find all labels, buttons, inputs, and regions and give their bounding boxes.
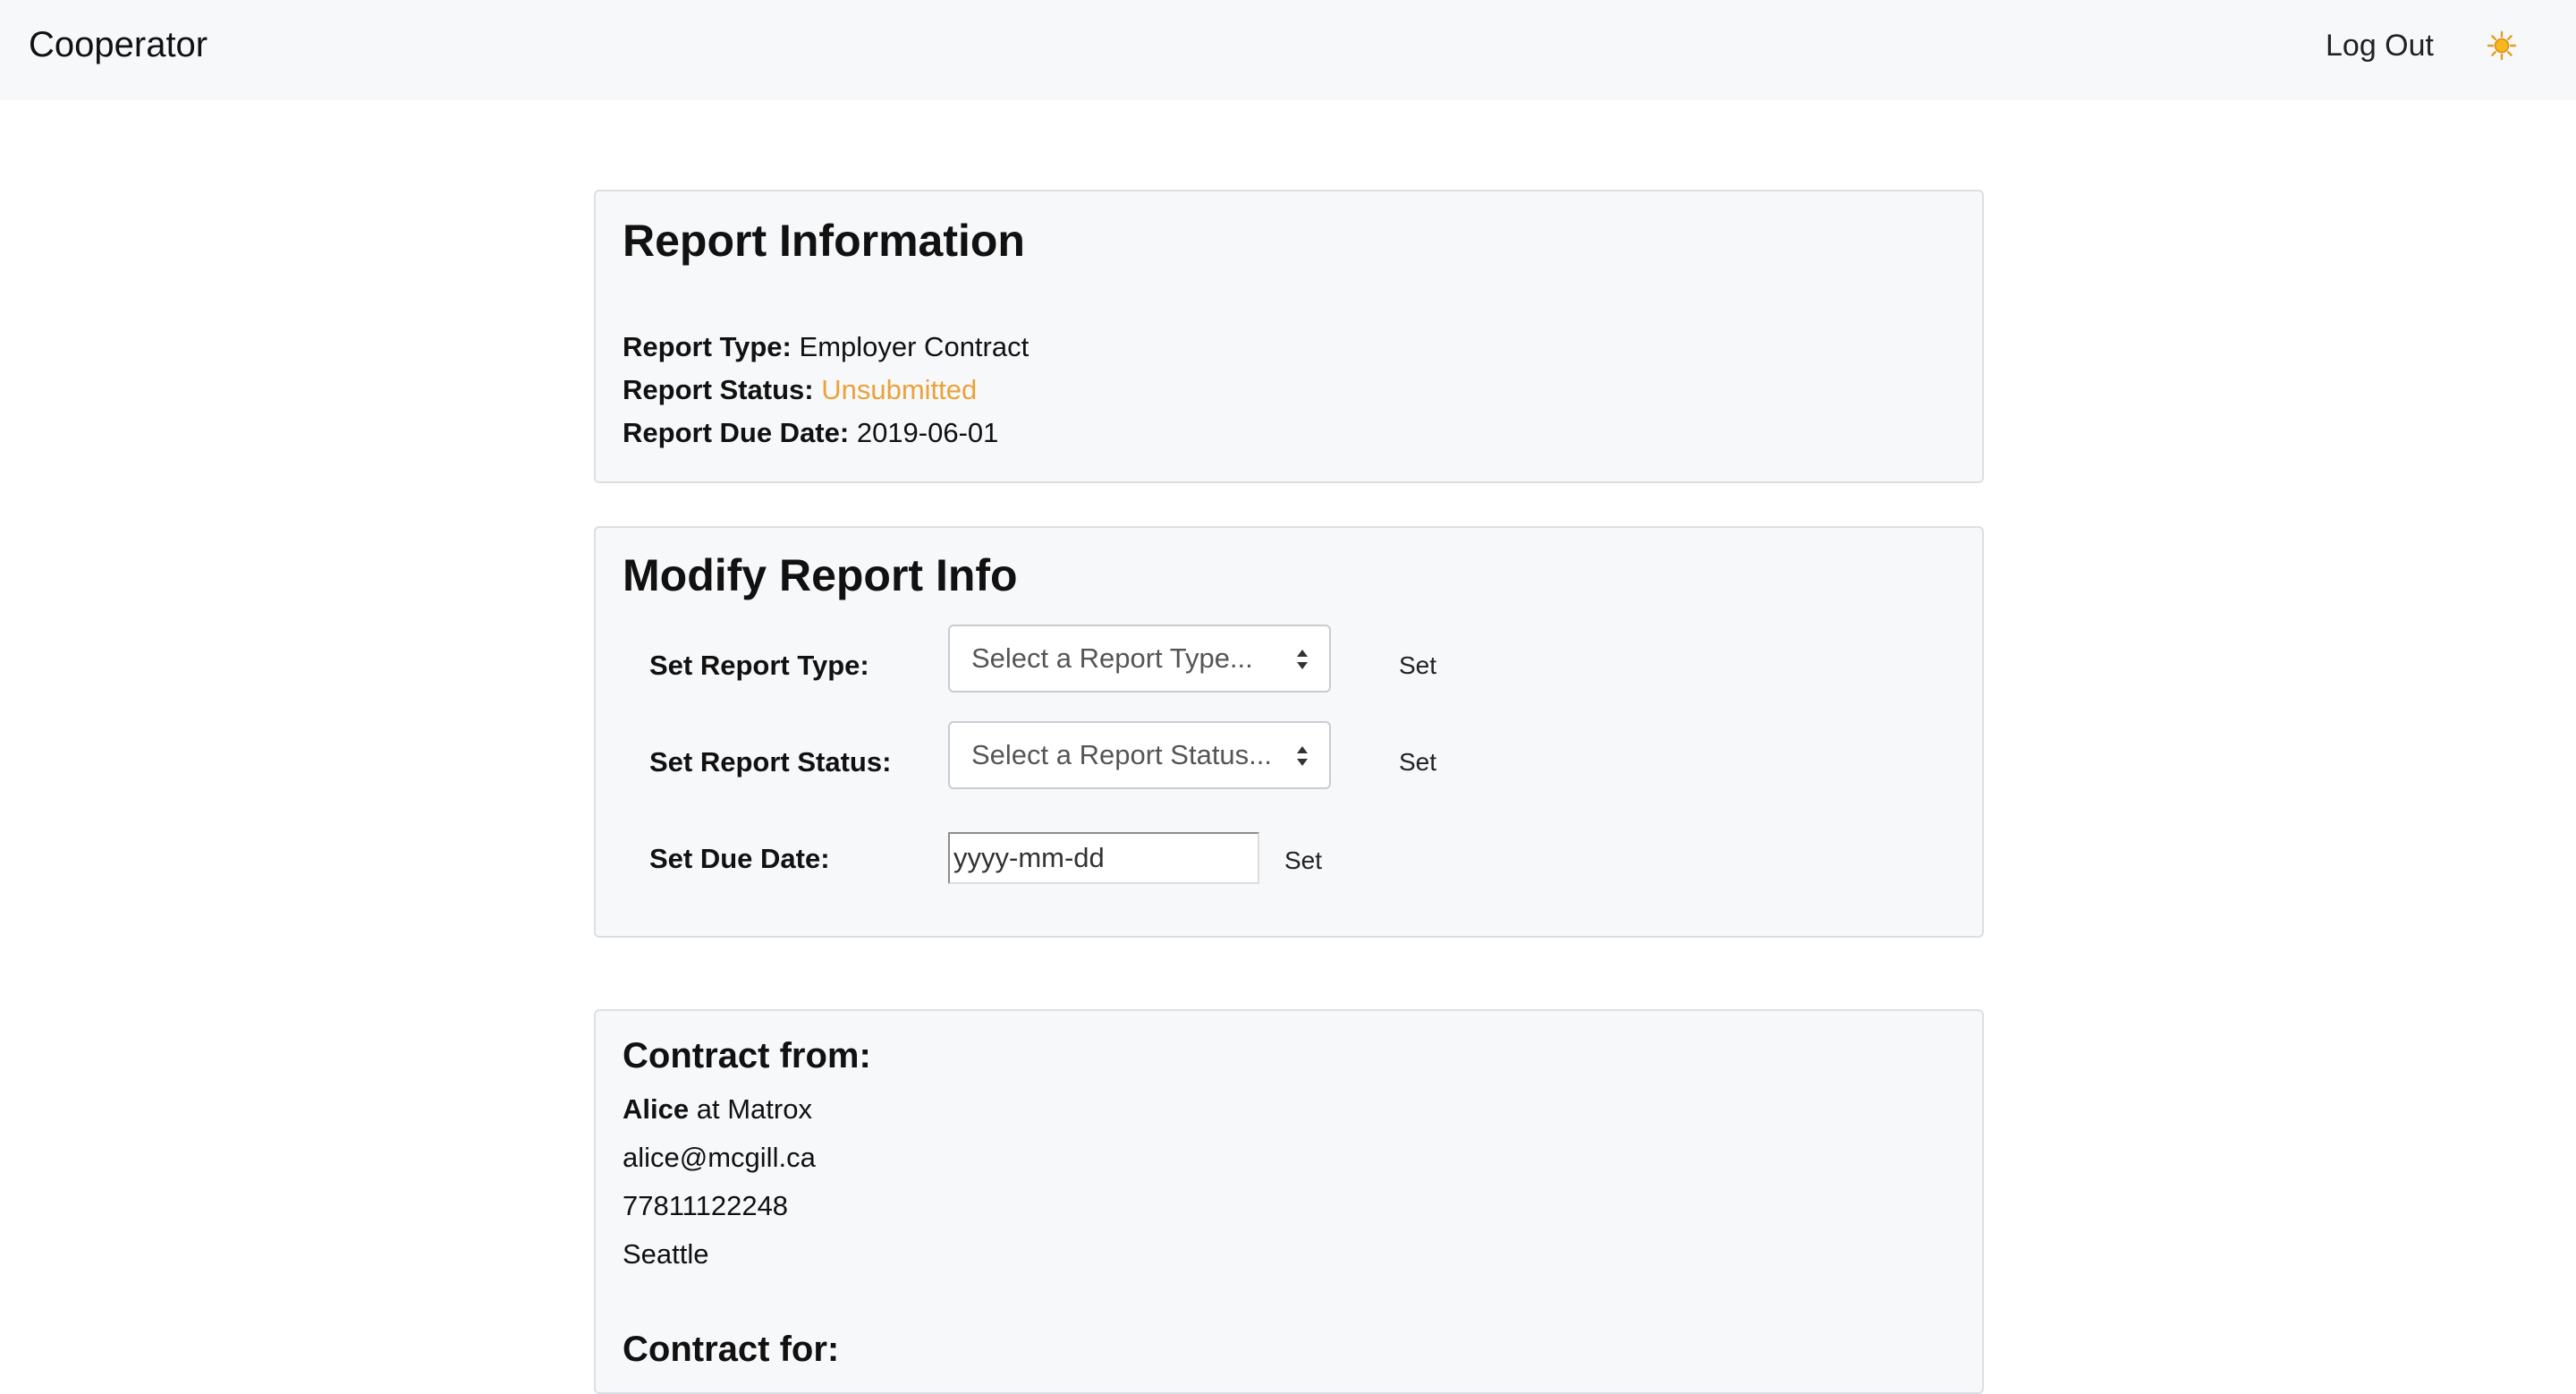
- select-arrows-icon: [1297, 746, 1308, 766]
- contract-from-heading: Contract from:: [623, 1036, 871, 1075]
- contract-for-heading: Contract for:: [623, 1330, 840, 1369]
- report-type-select-value: Select a Report Type...: [971, 642, 1253, 674]
- sun-icon[interactable]: [2487, 30, 2517, 61]
- modify-report-card: Modify Report Info Set Report Type: Sele…: [594, 526, 1984, 938]
- contact-name: Alice: [623, 1093, 690, 1125]
- report-due-date-value: 2019-06-01: [856, 417, 999, 448]
- contact-phone: 77811122248: [623, 1190, 789, 1221]
- set-due-date-button[interactable]: Set: [1284, 846, 1322, 875]
- logout-link[interactable]: Log Out: [2326, 29, 2434, 64]
- brand-logo[interactable]: Cooperator: [29, 25, 208, 65]
- report-status-value: Unsubmitted: [821, 374, 978, 405]
- set-report-status-label: Set Report Status:: [649, 746, 892, 778]
- contact-at-word: at: [689, 1093, 728, 1125]
- report-status-line: Report Status: Unsubmitted: [623, 369, 1029, 412]
- contact-email: alice@mcgill.ca: [623, 1142, 816, 1173]
- modify-report-title: Modify Report Info: [623, 550, 1018, 600]
- report-status-select[interactable]: Select a Report Status...: [948, 721, 1331, 789]
- contract-contact-line: Alice at Matrox: [623, 1093, 812, 1126]
- set-report-type-button[interactable]: Set: [1399, 651, 1436, 680]
- due-date-input[interactable]: [948, 832, 1259, 884]
- report-type-line: Report Type: Employer Contract: [623, 326, 1029, 369]
- contract-card: Contract from: Alice at Matrox alice@mcg…: [594, 1009, 1984, 1394]
- report-status-label: Report Status:: [623, 374, 814, 405]
- select-arrows-icon: [1297, 650, 1308, 669]
- set-due-date-label: Set Due Date:: [649, 843, 830, 874]
- report-type-select[interactable]: Select a Report Type...: [948, 625, 1331, 693]
- report-status-select-value: Select a Report Status...: [971, 739, 1273, 770]
- report-due-date-line: Report Due Date: 2019-06-01: [623, 412, 1029, 455]
- set-report-status-button[interactable]: Set: [1399, 748, 1436, 777]
- contact-city: Seattle: [623, 1238, 709, 1270]
- top-navbar: Cooperator Log Out: [0, 0, 2576, 100]
- contact-company: Matrox: [727, 1093, 812, 1125]
- report-due-date-label: Report Due Date:: [623, 417, 850, 448]
- report-type-label: Report Type:: [623, 331, 792, 362]
- set-report-type-label: Set Report Type:: [649, 650, 869, 681]
- report-type-value: Employer Contract: [799, 331, 1030, 362]
- report-information-title: Report Information: [623, 216, 1025, 266]
- report-information-card: Report Information Report Type: Employer…: [594, 190, 1984, 483]
